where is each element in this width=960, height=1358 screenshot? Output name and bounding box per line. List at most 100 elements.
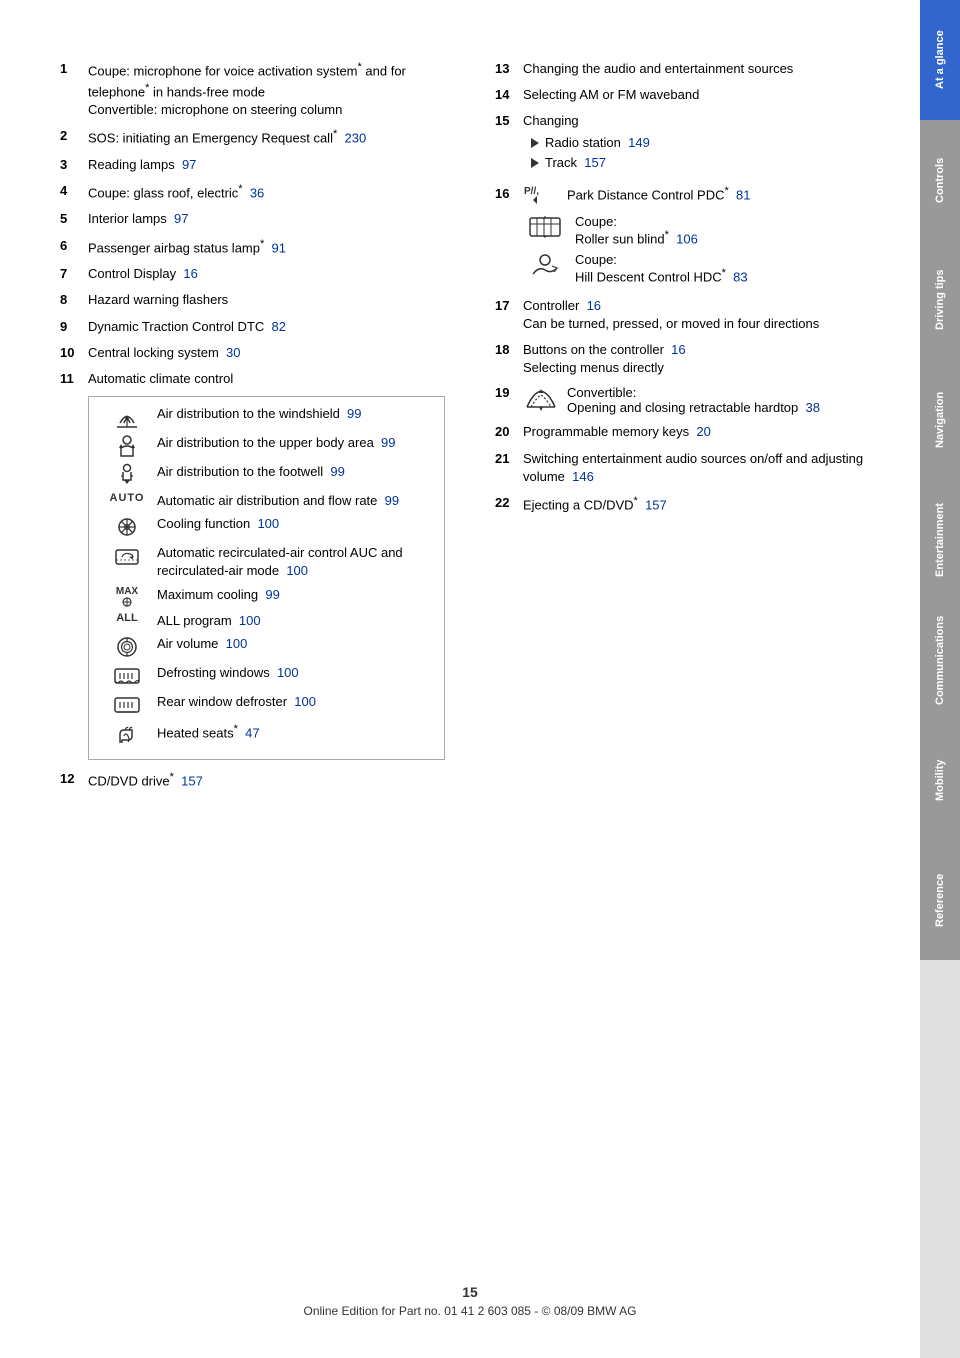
page-link[interactable]: 100 (277, 665, 299, 680)
item-text: Interior lamps 97 (88, 210, 445, 228)
list-item: 21 Switching entertainment audio sources… (495, 450, 880, 486)
item-number: 21 (495, 450, 523, 486)
defrost-windows-icon (105, 664, 149, 688)
list-item: 5 Interior lamps 97 (60, 210, 445, 228)
item-text: Hazard warning flashers (88, 291, 445, 309)
page-link[interactable]: 20 (696, 424, 710, 439)
page-link[interactable]: 230 (344, 131, 366, 146)
page-link[interactable]: 30 (226, 345, 240, 360)
page-link[interactable]: 100 (239, 613, 261, 628)
item-number: 11 (60, 370, 88, 388)
climate-item-text: Heated seats* 47 (157, 722, 260, 743)
climate-item-text: Air distribution to the upper body area … (157, 434, 396, 452)
page-link[interactable]: 99 (330, 464, 344, 479)
list-item: 22 Ejecting a CD/DVD* 157 (495, 494, 880, 515)
page-link[interactable]: 106 (676, 231, 698, 246)
climate-block: Air distribution to the windshield 99 (88, 396, 445, 760)
list-item: 13 Changing the audio and entertainment … (495, 60, 880, 78)
item-text: Changing Radio station 149 Track 157 (523, 112, 880, 172)
item-text: SOS: initiating an Emergency Request cal… (88, 127, 445, 148)
roller-sun-blind-icon (527, 214, 563, 242)
sub-item-hill-descent: Coupe: Hill Descent Control HDC* 83 (523, 252, 880, 284)
air-upper-body-icon (105, 434, 149, 458)
climate-item-text: Air distribution to the windshield 99 (157, 405, 362, 423)
page-link[interactable]: 16 (183, 266, 197, 281)
page-link[interactable]: 146 (572, 469, 594, 484)
page-footer: 15 Online Edition for Part no. 01 41 2 6… (60, 1284, 880, 1318)
climate-item: Air volume 100 (95, 635, 438, 659)
item-text: Control Display 16 (88, 265, 445, 283)
list-item: 7 Control Display 16 (60, 265, 445, 283)
page-link[interactable]: 157 (584, 155, 606, 170)
sidebar-tab-entertainment[interactable]: Entertainment (920, 480, 960, 600)
page-link[interactable]: 157 (181, 773, 203, 788)
sidebar-tab-at-glance[interactable]: At a glance (920, 0, 960, 120)
page-link[interactable]: 38 (806, 400, 820, 415)
page-link[interactable]: 149 (628, 135, 650, 150)
item-text: Convertible: Opening and closing retract… (567, 385, 820, 415)
sidebar-tab-label: Mobility (934, 759, 946, 801)
item-number: 18 (495, 341, 523, 377)
recirculated-air-icon (105, 544, 149, 568)
item-number: 20 (495, 423, 523, 441)
convertible-top-icon (523, 385, 559, 413)
page-link[interactable]: 97 (174, 211, 188, 226)
page-link[interactable]: 99 (385, 493, 399, 508)
pdc-icon: P//, (523, 180, 559, 208)
list-item: 15 Changing Radio station 149 Track 157 (495, 112, 880, 172)
sub-item-text: Coupe: Hill Descent Control HDC* 83 (575, 252, 748, 284)
page-link[interactable]: 47 (245, 725, 259, 740)
list-item: 8 Hazard warning flashers (60, 291, 445, 309)
list-item: 20 Programmable memory keys 20 (495, 423, 880, 441)
page-link[interactable]: 100 (226, 636, 248, 651)
sidebar-tab-mobility[interactable]: Mobility (920, 720, 960, 840)
sidebar-tab-communications[interactable]: Communications (920, 600, 960, 720)
page-link[interactable]: 36 (250, 185, 264, 200)
page-link[interactable]: 99 (347, 406, 361, 421)
sub-item-text: Radio station 149 (545, 134, 650, 152)
item-number: 17 (495, 297, 523, 333)
page-link[interactable]: 82 (272, 319, 286, 334)
climate-item-text: Air distribution to the footwell 99 (157, 463, 345, 481)
item-text: Passenger airbag status lamp* 91 (88, 237, 445, 258)
page-link[interactable]: 100 (257, 516, 279, 531)
page-link[interactable]: 83 (733, 270, 747, 285)
item-text: Central locking system 30 (88, 344, 445, 362)
triangle-icon (531, 158, 539, 168)
sidebar-tab-label: Entertainment (934, 503, 946, 577)
item-number: 8 (60, 291, 88, 309)
page-link[interactable]: 157 (645, 497, 667, 512)
climate-item: Air distribution to the footwell 99 (95, 463, 438, 487)
page-link[interactable]: 99 (265, 587, 279, 602)
page-link[interactable]: 16 (587, 298, 601, 313)
air-windshield-icon (105, 405, 149, 429)
item-text: Park Distance Control PDC* 81 (567, 185, 750, 202)
climate-item-text: Cooling function 100 (157, 515, 279, 533)
item-number: 15 (495, 112, 523, 172)
page-link[interactable]: 81 (736, 188, 750, 203)
page-link[interactable]: 100 (286, 563, 308, 578)
cooling-icon (105, 515, 149, 539)
page-link[interactable]: 99 (381, 435, 395, 450)
list-item: 9 Dynamic Traction Control DTC 82 (60, 318, 445, 336)
climate-item: Automatic recirculated-air control AUC a… (95, 544, 438, 580)
item-text: Programmable memory keys 20 (523, 423, 880, 441)
sidebar-tab-controls[interactable]: Controls (920, 120, 960, 240)
page-link[interactable]: 16 (671, 342, 685, 357)
list-item: 14 Selecting AM or FM waveband (495, 86, 880, 104)
sidebar-tab-reference[interactable]: Reference (920, 840, 960, 960)
page-link[interactable]: 91 (272, 240, 286, 255)
climate-item: MAX Maximum cooling 99 (95, 586, 438, 607)
item-text: Coupe: microphone for voice activation s… (88, 60, 445, 119)
sidebar-tab-driving[interactable]: Driving tips (920, 240, 960, 360)
svg-text:P//,: P//, (524, 186, 539, 197)
item-number: 14 (495, 86, 523, 104)
page-link[interactable]: 100 (294, 694, 316, 709)
sidebar-tab-label: At a glance (934, 31, 946, 90)
list-item: 3 Reading lamps 97 (60, 156, 445, 174)
sidebar-tab-navigation[interactable]: Navigation (920, 360, 960, 480)
climate-item: Air distribution to the upper body area … (95, 434, 438, 458)
item-text: Controller 16 Can be turned, pressed, or… (523, 297, 880, 333)
page-link[interactable]: 97 (182, 157, 196, 172)
item-number: 9 (60, 318, 88, 336)
